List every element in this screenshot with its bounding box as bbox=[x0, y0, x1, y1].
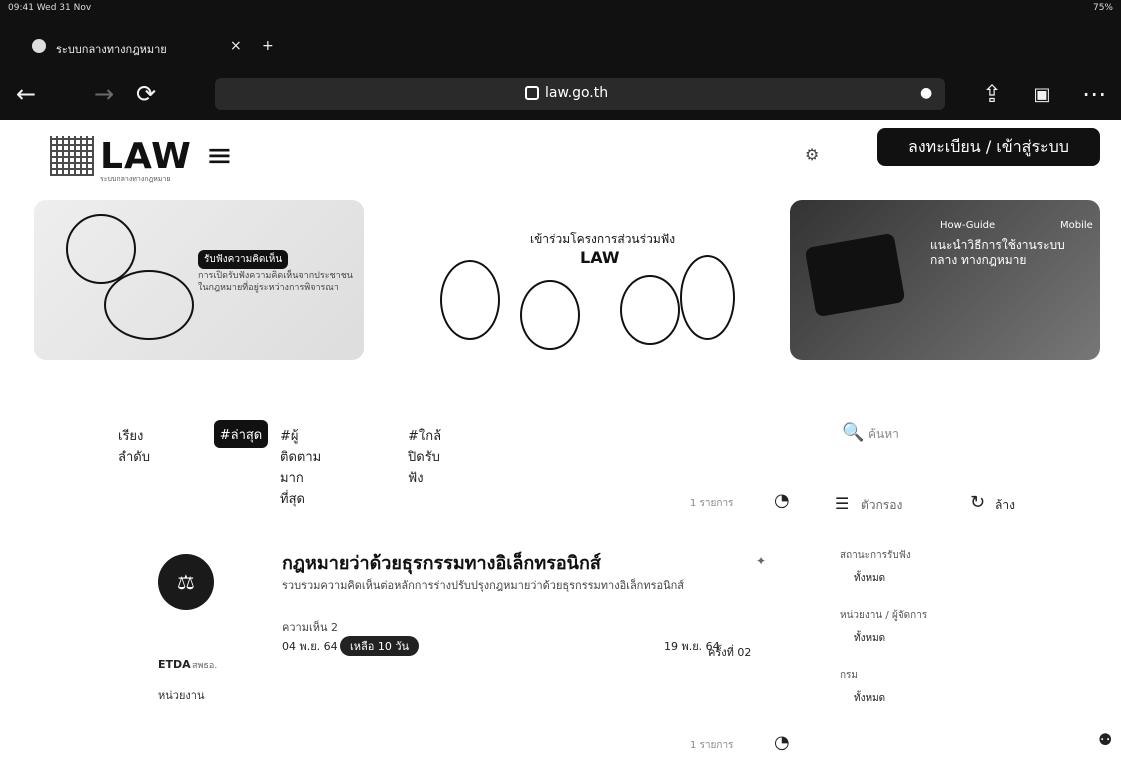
search-box[interactable]: 🔍 ค้นหา bbox=[842, 420, 1092, 448]
clear-label[interactable]: ล้าง bbox=[995, 496, 1015, 515]
banner-desc: การเปิดรับฟังความคิดเห็นจากประชาชนในกฎหม… bbox=[198, 271, 353, 293]
law-title[interactable]: กฎหมายว่าด้วยธุรกรรมทางอิเล็กทรอนิกส์ bbox=[282, 548, 601, 577]
agency-avatar: ⚖ bbox=[158, 554, 214, 610]
illustration-person bbox=[620, 275, 680, 345]
login-button[interactable]: ลงทะเบียน / เข้าสู่ระบบ bbox=[877, 128, 1100, 166]
tab-title: ระบบกลางทางกฎหมาย bbox=[56, 43, 167, 56]
banner-text: แนะนำวิธีการใช้งานระบบกลาง ทางกฎหมาย bbox=[930, 238, 1065, 267]
filter-status: สถานะการรับฟัง ทั้งหมด bbox=[840, 548, 1090, 586]
filter-department: กรม ทั้งหมด bbox=[840, 668, 1090, 706]
clear-icon[interactable]: ↻ bbox=[970, 492, 985, 513]
translate-icon[interactable]: ⚙ bbox=[805, 145, 819, 164]
banner-pill: รับฟังความคิดเห็น bbox=[198, 250, 289, 269]
banner-guide[interactable]: How-Guide Mobile แนะนำวิธีการใช้งานระบบก… bbox=[790, 200, 1100, 360]
banner-hearing[interactable]: รับฟังความคิดเห็น การเปิดรับฟังความคิดเห… bbox=[34, 200, 364, 360]
pin-icon[interactable]: ✦ bbox=[756, 554, 766, 568]
banner-title: เข้าร่วมโครงการส่วนร่วมฟัง bbox=[530, 232, 676, 246]
illustration-person bbox=[66, 214, 136, 284]
illustration-person bbox=[520, 280, 580, 350]
search-placeholder: ค้นหา bbox=[868, 427, 899, 441]
law-desc: รวบรวมความคิดเห็นต่อหลักการร่างปรับปรุงก… bbox=[282, 579, 684, 592]
hamburger-menu-icon[interactable]: ≡ bbox=[206, 136, 233, 174]
clock-icon: ◔ bbox=[774, 490, 790, 511]
sort-latest-chip[interactable]: #ล่าสุด bbox=[214, 420, 268, 448]
globe-icon bbox=[32, 39, 46, 53]
date-start: 04 พ.ย. 64 bbox=[282, 640, 338, 653]
filter-label[interactable]: ตัวกรอง bbox=[861, 496, 902, 515]
clock-icon: ◔ bbox=[774, 732, 790, 753]
illustration-person bbox=[104, 270, 194, 340]
list-count: 1 รายการ ◔ bbox=[690, 490, 790, 514]
banner-tag: Mobile bbox=[1060, 220, 1093, 231]
org-sub: สพธอ. bbox=[192, 661, 218, 671]
filter-heading: สถานะการรับฟัง bbox=[840, 550, 911, 561]
filter-value[interactable]: ทั้งหมด bbox=[854, 691, 1090, 706]
share-icon[interactable]: ⇪ bbox=[976, 78, 1008, 110]
list-count-bottom: 1 รายการ ◔ bbox=[690, 732, 790, 756]
sort-most-followed[interactable]: #ผู้ติดตามมากที่สุด bbox=[280, 425, 321, 509]
filter-value[interactable]: ทั้งหมด bbox=[854, 571, 1090, 586]
filter-icon[interactable]: ☰ bbox=[835, 494, 849, 513]
filter-agency: หน่วยงาน / ผู้จัดการ ทั้งหมด bbox=[840, 608, 1090, 646]
remaining-badge: เหลือ 10 วัน bbox=[340, 636, 420, 656]
tabs-count-icon[interactable]: ▣ bbox=[1026, 78, 1058, 110]
round-text: ครั้งที่ 02 bbox=[708, 646, 752, 659]
sort-closing-soon[interactable]: #ใกล้ปิดรับฟัง bbox=[408, 425, 441, 488]
lock-icon bbox=[525, 86, 539, 100]
filter-sidebar: สถานะการรับฟัง ทั้งหมด หน่วยงาน / ผู้จัด… bbox=[840, 548, 1090, 728]
mic-icon[interactable]: ● bbox=[920, 85, 932, 101]
search-icon: 🔍 bbox=[842, 422, 865, 443]
browser-tab[interactable]: ระบบกลางทางกฎหมาย × + bbox=[22, 34, 292, 60]
illustration-person bbox=[680, 255, 735, 340]
forward-icon[interactable]: → bbox=[88, 78, 120, 110]
logo-grid-icon bbox=[50, 136, 94, 176]
count-text: 1 รายการ bbox=[690, 740, 734, 751]
close-icon[interactable]: × bbox=[230, 38, 242, 54]
illustration-laptop bbox=[804, 232, 906, 318]
reload-icon[interactable]: ⟳ bbox=[130, 78, 162, 110]
new-tab-icon[interactable]: + bbox=[262, 38, 274, 54]
count-text: 1 รายการ bbox=[690, 498, 734, 509]
sort-label: เรียงลำดับ bbox=[118, 429, 150, 465]
banner-logo-text: LAW bbox=[580, 248, 620, 267]
status-time: 09:41 Wed 31 Nov bbox=[8, 3, 92, 13]
law-card[interactable]: ⚖ ETDA สพธอ. หน่วยงาน กฎหมายว่าด้วยธุรกร… bbox=[150, 548, 790, 702]
url-text: law.go.th bbox=[545, 85, 609, 101]
more-icon[interactable]: ⋯ bbox=[1078, 78, 1110, 110]
filter-value[interactable]: ทั้งหมด bbox=[854, 631, 1090, 646]
status-bar: 09:41 Wed 31 Nov 75% bbox=[0, 0, 1121, 18]
logo-word: LAW bbox=[100, 136, 192, 177]
illustration-person bbox=[440, 260, 500, 340]
address-bar[interactable]: law.go.th ● bbox=[215, 78, 945, 110]
filter-heading: หน่วยงาน / ผู้จัดการ bbox=[840, 610, 928, 621]
banner-join[interactable]: เข้าร่วมโครงการส่วนร่วมฟัง LAW bbox=[420, 200, 750, 360]
browser-toolbar: ← → ⟳ law.go.th ● ⇪ ▣ ⋯ bbox=[0, 70, 1121, 118]
law-meta: ความเห็น 2 bbox=[282, 621, 338, 634]
logo-sub: ระบบกลางทางกฎหมาย bbox=[100, 175, 171, 183]
back-icon[interactable]: ← bbox=[10, 78, 42, 110]
battery-indicator: 75% bbox=[1092, 3, 1113, 13]
filter-heading: กรม bbox=[840, 670, 859, 681]
agency-label: หน่วยงาน bbox=[158, 689, 205, 702]
org-name: ETDA bbox=[158, 658, 191, 671]
feedback-icon[interactable]: ⚉ bbox=[1098, 730, 1112, 749]
filter-bar: ☰ ตัวกรอง ↻ ล้าง bbox=[835, 490, 1095, 518]
